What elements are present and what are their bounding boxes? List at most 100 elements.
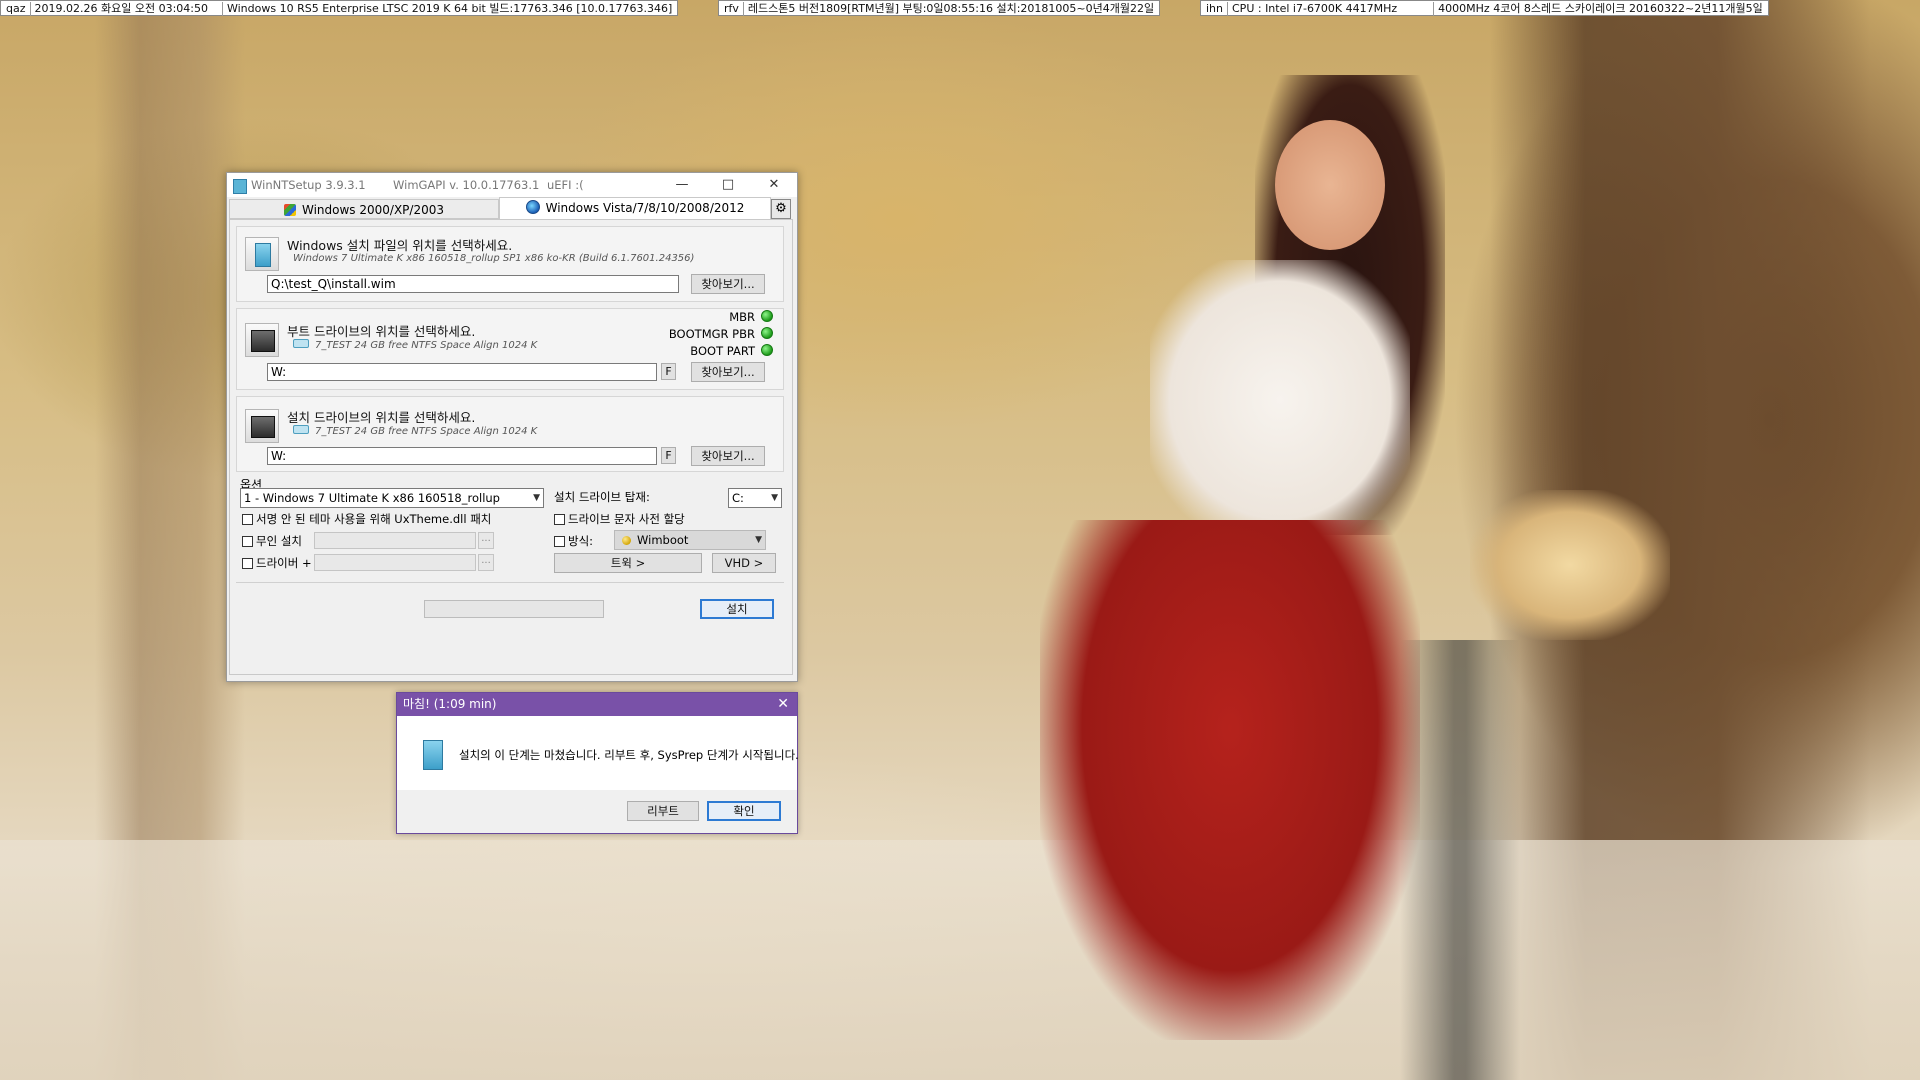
close-icon[interactable]: ✕: [777, 693, 789, 716]
minimize-icon[interactable]: —: [659, 173, 705, 197]
tab-windows-vista[interactable]: Windows Vista/7/8/10/2008/2012: [499, 197, 771, 219]
boot-format-button[interactable]: F: [661, 363, 676, 380]
unattended-browse-button[interactable]: ...: [478, 532, 494, 549]
mode-select[interactable]: Wimboot ▼: [614, 530, 766, 550]
settings-gear-icon[interactable]: ⚙: [771, 199, 791, 219]
window-titlebar[interactable]: WinNTSetup 3.9.3.1 WimGAPI v. 10.0.17763…: [227, 173, 797, 197]
windows-vista-icon: [525, 200, 540, 214]
boot-drive-info: 7_TEST 24 GB free NTFS Space Align 1024 …: [293, 339, 537, 351]
bootmgr-pbr-status: BOOTMGR PBR: [669, 327, 773, 341]
finished-dialog: 마침! (1:09 min) ✕ 설치의 이 단계는 마쳤습니다. 리부트 후,…: [396, 692, 799, 834]
drive-icon: [293, 339, 309, 348]
info-hotkey-qaz: qaz: [6, 2, 26, 15]
bootmgr-pbr-status-label: BOOTMGR PBR: [668, 327, 755, 341]
app-icon: [233, 179, 247, 194]
dialog-titlebar[interactable]: 마침! (1:09 min) ✕: [397, 693, 797, 716]
unattended-checkbox[interactable]: 무인 설치: [242, 534, 302, 548]
mode-select-value: Wimboot: [637, 533, 689, 547]
boot-part-status-led-icon: [761, 344, 773, 356]
windows-xp-icon: [283, 204, 296, 216]
install-group: 설치 드라이브의 위치를 선택하세요. 7_TEST 24 GB free NT…: [236, 396, 784, 472]
chevron-down-icon: ▼: [771, 493, 778, 503]
mode-label: 방식:: [568, 534, 594, 548]
drivers-label: 드라이버 +: [256, 556, 312, 570]
drive-icon: [293, 425, 309, 434]
vhd-button[interactable]: VHD >: [712, 553, 776, 573]
drivers-path-input[interactable]: [314, 554, 476, 571]
maximize-icon[interactable]: □: [705, 173, 751, 197]
tab-windows-xp[interactable]: Windows 2000/XP/2003: [229, 199, 499, 219]
prealloc-letter-checkbox[interactable]: 드라이브 문자 사전 할당: [554, 512, 685, 526]
install-media-icon: [423, 740, 443, 770]
tweaks-button[interactable]: 트윅 >: [554, 553, 702, 573]
tab-windows-xp-label: Windows 2000/XP/2003: [301, 203, 444, 217]
drivers-checkbox[interactable]: 드라이버 +: [242, 556, 312, 570]
ok-button[interactable]: 확인: [707, 801, 781, 821]
info-segment-qaz: qaz 2019.02.26 화요일 오전 03:04:50 Windows 10 …: [0, 0, 679, 16]
mode-checkbox[interactable]: 방식:: [554, 534, 593, 548]
install-media-icon: [245, 237, 279, 271]
close-icon[interactable]: ✕: [751, 173, 797, 197]
boot-group: 부트 드라이브의 위치를 선택하세요. 7_TEST 24 GB free NT…: [236, 308, 784, 390]
divider: [236, 582, 784, 583]
bootmgr-pbr-status-led-icon: [761, 327, 773, 339]
source-browse-button[interactable]: 찾아보기...: [691, 274, 765, 294]
wallpaper-woman-skirt: [1040, 520, 1420, 1040]
dialog-footer: 리부트 확인: [397, 790, 797, 833]
checkbox-box: [554, 514, 565, 525]
boot-part-status-label: BOOT PART: [690, 344, 755, 358]
install-title: 설치 드라이브의 위치를 선택하세요.: [287, 410, 476, 425]
boot-drive-info-text: 7_TEST 24 GB free NTFS Space Align 1024 …: [315, 340, 538, 351]
wallpaper-woman-face: [1275, 120, 1385, 250]
mount-drive-select[interactable]: C: ▼: [728, 488, 782, 508]
os-tabs: Windows 2000/XP/2003 Windows Vista/7/8/1…: [229, 197, 795, 219]
install-browse-button[interactable]: 찾아보기...: [691, 446, 765, 466]
edition-select[interactable]: 1 - Windows 7 Ultimate K x86 160518_roll…: [240, 488, 544, 508]
uxtheme-patch-checkbox[interactable]: 서명 안 된 테마 사용을 위해 UxTheme.dll 패치: [242, 512, 491, 526]
install-drive-info: 7_TEST 24 GB free NTFS Space Align 1024 …: [293, 425, 537, 437]
wallpaper-woman-hair: [1255, 75, 1445, 535]
chevron-down-icon: ▼: [533, 493, 540, 503]
dialog-message: 설치의 이 단계는 마쳤습니다. 리부트 후, SysPrep 단계가 시작됩니…: [459, 748, 799, 762]
mount-drive-label: 설치 드라이브 탑재:: [554, 490, 650, 504]
setup-button[interactable]: 설치: [700, 599, 774, 619]
install-drive-icon: [245, 409, 279, 443]
install-format-button[interactable]: F: [661, 447, 676, 464]
source-path-input[interactable]: Q:\test_Q\install.wim: [267, 275, 679, 293]
install-drive-input[interactable]: W:: [267, 447, 657, 465]
checkbox-box: [554, 536, 565, 547]
install-drive-info-text: 7_TEST 24 GB free NTFS Space Align 1024 …: [315, 426, 538, 437]
setup-panel: Windows 설치 파일의 위치를 선택하세요. Windows 7 Ulti…: [229, 219, 793, 675]
boot-title: 부트 드라이브의 위치를 선택하세요.: [287, 324, 476, 339]
wimboot-icon: [622, 536, 631, 545]
mount-drive-value: C:: [732, 491, 744, 505]
chevron-down-icon: ▼: [755, 535, 762, 545]
uxtheme-patch-label: 서명 안 된 테마 사용을 위해 UxTheme.dll 패치: [256, 512, 492, 526]
source-group: Windows 설치 파일의 위치를 선택하세요. Windows 7 Ulti…: [236, 226, 784, 302]
dialog-title: 마침! (1:09 min): [403, 697, 497, 711]
wallpaper-bicycle: [1400, 640, 1520, 1080]
wimgapi-version: WimGAPI v. 10.0.17763.1: [393, 178, 540, 192]
info-hotkey-rfv: rfv: [724, 2, 739, 15]
mbr-status-led-icon: [761, 310, 773, 322]
mbr-status: MBR: [729, 310, 773, 324]
info-os-version: Windows 10 RS5 Enterprise LTSC 2019 K 64…: [226, 2, 673, 15]
reboot-button[interactable]: 리부트: [627, 801, 699, 821]
boot-drive-input[interactable]: W:: [267, 363, 657, 381]
tab-windows-vista-label: Windows Vista/7/8/10/2008/2012: [545, 201, 745, 215]
edition-select-value: 1 - Windows 7 Ultimate K x86 160518_roll…: [244, 491, 500, 505]
install-progress-bar: [424, 600, 604, 618]
unattended-file-input[interactable]: [314, 532, 476, 549]
drivers-browse-button[interactable]: ...: [478, 554, 494, 571]
wallpaper-woman-shirt: [1150, 260, 1410, 540]
winntsetup-window: WinNTSetup 3.9.3.1 WimGAPI v. 10.0.17763…: [226, 172, 798, 682]
info-uptime: 레드스톤5 버전1809[RTM년월] 부팅:0일08:55:16 설치:201…: [747, 2, 1155, 15]
info-datetime: 2019.02.26 화요일 오전 03:04:50: [34, 2, 208, 15]
checkbox-box: [242, 558, 253, 569]
source-image-info: Windows 7 Ultimate K x86 160518_rollup S…: [293, 253, 695, 264]
unattended-label: 무인 설치: [256, 534, 302, 548]
uefi-status: uEFI :(: [547, 178, 584, 192]
info-hotkey-ihn: ihn: [1206, 2, 1223, 15]
boot-browse-button[interactable]: 찾아보기...: [691, 362, 765, 382]
app-title: WinNTSetup 3.9.3.1: [251, 178, 366, 192]
